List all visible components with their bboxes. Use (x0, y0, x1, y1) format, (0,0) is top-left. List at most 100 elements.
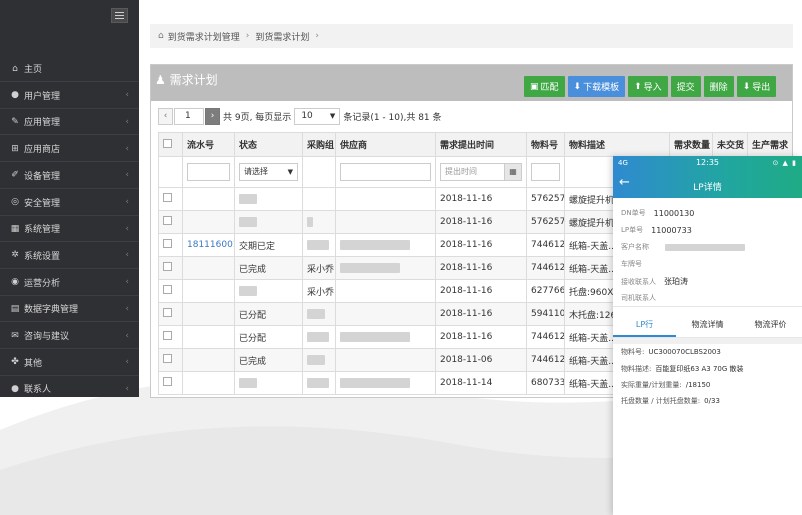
sidebar-item-7[interactable]: ✲ 系统设置 ‹ (0, 243, 139, 269)
supplier-cell (335, 187, 436, 211)
sidebar-item-10[interactable]: ✉ 咨询与建议 ‹ (0, 323, 139, 349)
pencil-icon: ✐ (11, 170, 19, 181)
sidebar-item-11[interactable]: ✤ 其他 ‹ (0, 350, 139, 376)
column-header[interactable]: 物料描述 (564, 132, 670, 157)
supplier-filter-input[interactable] (340, 163, 431, 181)
column-header[interactable]: 未交货 (712, 132, 748, 157)
row-checkbox[interactable] (163, 285, 172, 294)
sidebar-item-3[interactable]: ⊞ 应用商店 ‹ (0, 136, 139, 163)
tab-lp-line[interactable]: LP行 (613, 312, 676, 337)
user-icon: ● (11, 90, 19, 101)
column-header[interactable]: 供应商 (335, 132, 436, 157)
material-cell: 576257 (526, 210, 565, 234)
sidebar-item-6[interactable]: ▦ 系统管理 ‹ (0, 216, 139, 243)
page-size-select[interactable]: 10 ▼ (294, 107, 341, 125)
serial-filter-input[interactable] (187, 163, 230, 181)
checkbox-cell (158, 371, 183, 395)
description-value: 纸箱-天盖... (569, 356, 617, 367)
date-cell: 2018-11-06 (435, 348, 527, 372)
date-cell: 2018-11-14 (435, 371, 527, 395)
match-button[interactable]: ▣ 匹配 (524, 76, 565, 97)
tab-logistics-rating[interactable]: 物流评价 (739, 312, 802, 337)
sidebar-item-label: 联系人 (24, 385, 52, 396)
material-value: 576257 (531, 194, 565, 204)
sidebar-item-0[interactable]: ⌂ 主页 (0, 56, 139, 82)
redacted-block (239, 193, 257, 204)
sidebar-item-4[interactable]: ✐ 设备管理 ‹ (0, 163, 139, 189)
status-value: 交期已定 (239, 241, 276, 252)
lp-line-label: 实际重量/计划重量: (621, 381, 682, 389)
purchase-group-value: 采小乔 (307, 287, 335, 298)
next-page-button[interactable]: › (205, 107, 220, 125)
sidebar-item-5[interactable]: ◎ 安全管理 ‹ (0, 190, 139, 216)
tab-logistics-detail[interactable]: 物流详情 (676, 312, 739, 337)
serial-value[interactable]: 181116001 (187, 240, 234, 250)
material-cell: 744612 (526, 325, 565, 349)
toolbar: ▣ 匹配 ⬇ 下载模板 ⬆ 导入 提交 删除 ⬇ 导出 (524, 76, 777, 97)
prev-page-button[interactable]: ‹ (158, 107, 173, 125)
sidebar-item-label: 系统设置 (24, 251, 61, 262)
row-checkbox[interactable] (163, 239, 172, 248)
date-filter-input[interactable]: 提出时间 ▦ (440, 163, 522, 181)
sidebar-toggle-button[interactable] (111, 8, 128, 23)
download-template-button[interactable]: ⬇ 下载模板 (567, 76, 626, 97)
date-value: 2018-11-06 (440, 355, 493, 365)
purchase-group-cell: 采小乔 (302, 256, 336, 280)
row-checkbox[interactable] (163, 308, 172, 317)
date-value: 2018-11-16 (440, 332, 493, 342)
export-button[interactable]: ⬇ 导出 (736, 76, 777, 97)
row-checkbox[interactable] (163, 216, 172, 225)
status-value: 已分配 (239, 310, 267, 321)
status-cell (234, 210, 303, 234)
column-header[interactable]: 流水号 (182, 132, 235, 157)
puzzle-icon: ✤ (11, 357, 19, 368)
column-header[interactable]: 物料号 (526, 132, 565, 157)
select-all-checkbox[interactable] (163, 138, 172, 148)
lp-line-value: 0/33 (704, 397, 720, 405)
pagination: ‹ 1 › 共 9页, 每页显示 10 ▼ 条记录(1 - 10),共 81 条 (158, 107, 442, 125)
purchase-group-cell (302, 210, 336, 234)
column-header[interactable]: 需求数量 (669, 132, 713, 157)
column-header[interactable]: 采购组 (302, 132, 336, 157)
row-checkbox[interactable] (163, 377, 172, 386)
checkbox-cell (158, 279, 183, 303)
redacted-block (307, 354, 325, 365)
material-filter-input[interactable] (531, 163, 560, 181)
row-checkbox[interactable] (163, 354, 172, 363)
row-checkbox[interactable] (163, 262, 172, 271)
purchase-group-cell (302, 233, 336, 257)
page-number-input[interactable]: 1 (174, 107, 204, 125)
status-filter-select[interactable]: 请选择 ▼ (239, 163, 298, 181)
submit-button[interactable]: 提交 (670, 76, 701, 97)
lp-field-label: LP单号 (621, 226, 644, 234)
material-value: 594110 (531, 309, 565, 319)
divider (613, 306, 802, 307)
row-checkbox[interactable] (163, 331, 172, 340)
sidebar-item-label: 用户管理 (24, 91, 61, 102)
sidebar-item-1[interactable]: ● 用户管理 ‹ (0, 83, 139, 109)
pages-text: 共 9页, 每页显示 (223, 112, 292, 123)
calendar-icon[interactable]: ▦ (504, 164, 521, 180)
sidebar-item-12[interactable]: ● 联系人 ‹ (0, 376, 139, 397)
redacted-block (307, 239, 329, 250)
lp-line-value: UC300070CLBS2003 (648, 348, 721, 356)
sidebar-item-8[interactable]: ◉ 运营分析 ‹ (0, 270, 139, 296)
sidebar-item-9[interactable]: ▤ 数据字典管理 ‹ (0, 296, 139, 323)
column-header[interactable]: 需求提出时间 (435, 132, 527, 157)
column-header[interactable]: 生产需求 (747, 132, 792, 157)
sidebar-item-label: 设备管理 (24, 171, 61, 182)
sidebar-item-2[interactable]: ✎ 应用管理 ‹ (0, 109, 139, 136)
records-text: 条记录(1 - 10),共 81 条 (343, 112, 442, 123)
breadcrumb-level1[interactable]: 到货需求计划管理 (168, 30, 240, 43)
chevron-left-icon: ‹ (125, 330, 129, 341)
supplier-cell (335, 233, 436, 257)
column-header[interactable]: 状态 (234, 132, 303, 157)
row-checkbox[interactable] (163, 193, 172, 202)
serial-cell (182, 279, 235, 303)
home-icon[interactable]: ⌂ (158, 31, 164, 41)
breadcrumb-level2[interactable]: 到货需求计划 (255, 30, 309, 43)
delete-button[interactable]: 删除 (703, 76, 734, 97)
lp-field-label: 司机联系人 (621, 294, 656, 302)
status-cell (234, 279, 303, 303)
import-button[interactable]: ⬆ 导入 (628, 76, 668, 97)
